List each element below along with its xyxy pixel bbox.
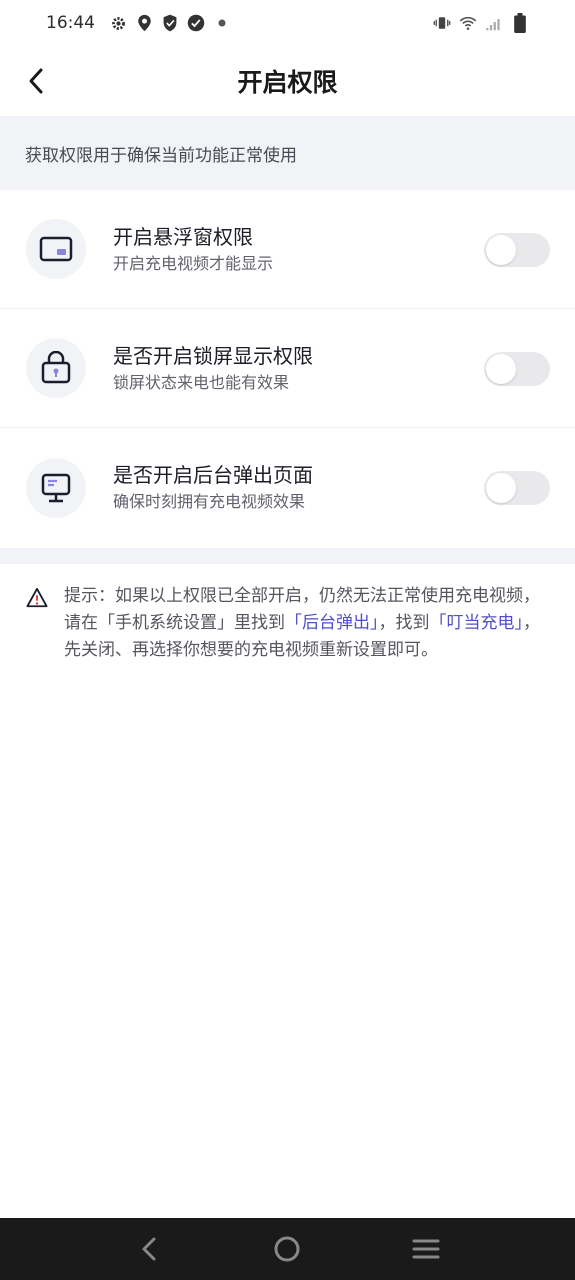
battery-icon: [511, 13, 529, 33]
background-popup-toggle[interactable]: [484, 471, 550, 505]
toggle-knob: [486, 354, 516, 384]
dot-icon: [213, 14, 231, 32]
toggle-knob: [486, 235, 516, 265]
permission-subtitle: 确保时刻拥有充电视频效果: [113, 492, 306, 511]
floating-window-icon: [26, 219, 86, 279]
location-icon: [135, 14, 153, 32]
nav-menu-button[interactable]: [406, 1229, 446, 1269]
gear-icon: [109, 14, 127, 32]
info-banner: 获取权限用于确保当前功能正常使用: [0, 116, 575, 190]
nav-menu-icon: [412, 1239, 440, 1259]
permission-subtitle: 锁屏状态来电也能有效果: [113, 373, 290, 392]
toggle-knob: [486, 473, 516, 503]
info-banner-text: 获取权限用于确保当前功能正常使用: [25, 145, 297, 166]
tip-section: 提示：如果以上权限已全部开启，仍然无法正常使用充电视频，请在「手机系统设置」里找…: [26, 583, 549, 664]
status-bar: 16:44: [0, 0, 575, 46]
back-button[interactable]: [18, 63, 54, 99]
permission-item-background-popup: 是否开启后台弹出页面 确保时刻拥有充电视频效果: [0, 428, 575, 547]
tip-middle1: 里找到: [234, 613, 285, 633]
permission-title: 是否开启后台弹出页面: [113, 463, 313, 487]
permission-subtitle: 开启充电视频才能显示: [113, 254, 274, 273]
tip-link-app-name[interactable]: 「叮当充电」: [430, 613, 524, 633]
tip-settings: 「手机系统设置」: [98, 613, 234, 633]
section-divider: [0, 548, 575, 564]
nav-back-button[interactable]: [129, 1229, 169, 1269]
lock-screen-toggle[interactable]: [484, 352, 550, 386]
nav-home-button[interactable]: [267, 1229, 307, 1269]
warning-icon: [26, 587, 48, 608]
permission-item-lock-screen: 是否开启锁屏显示权限 锁屏状态来电也能有效果: [0, 309, 575, 428]
nav-back-icon: [142, 1237, 156, 1261]
tip-middle2: ，找到: [378, 613, 430, 633]
lock-screen-icon: [26, 338, 86, 398]
page-title: 开启权限: [237, 68, 338, 97]
shield-icon: [161, 14, 179, 32]
status-time: 16:44: [46, 13, 95, 33]
monitor-icon: [26, 457, 86, 518]
wifi-icon: [459, 14, 477, 32]
nav-home-icon: [274, 1236, 300, 1262]
system-nav-bar: [0, 1218, 575, 1280]
tip-link-background-popup[interactable]: 「后台弹出」: [285, 613, 379, 633]
permission-list: 开启悬浮窗权限 开启充电视频才能显示 是否开启锁屏显示权限 锁屏状态来电也能有效…: [0, 190, 575, 547]
permission-item-floating-window: 开启悬浮窗权限 开启充电视频才能显示: [0, 190, 575, 309]
permission-title: 开启悬浮窗权限: [113, 225, 253, 249]
chevron-left-icon: [29, 68, 43, 94]
header-bar: 开启权限: [0, 46, 575, 116]
floating-window-toggle[interactable]: [484, 233, 550, 267]
tip-text: 提示：如果以上权限已全部开启，仍然无法正常使用充电视频，请在「手机系统设置」里找…: [64, 583, 549, 664]
permission-title: 是否开启锁屏显示权限: [113, 344, 313, 368]
vibrate-icon: [433, 14, 451, 32]
signal-icon: [485, 14, 503, 32]
check-badge-icon: [187, 14, 205, 32]
